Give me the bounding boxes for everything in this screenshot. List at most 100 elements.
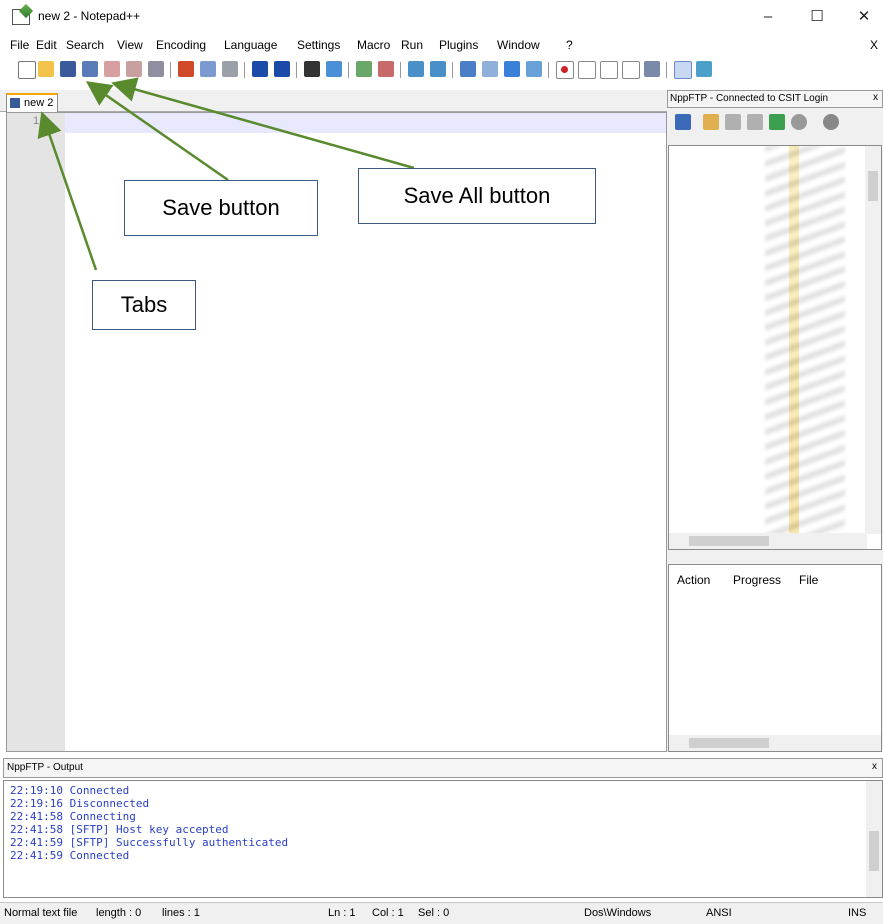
scroll-thumb[interactable] xyxy=(868,171,878,201)
notepadpp-icon xyxy=(12,9,30,25)
menu-help[interactable]: ? xyxy=(566,38,573,52)
spellcheck-icon[interactable] xyxy=(696,61,712,77)
close-icon[interactable] xyxy=(104,61,120,77)
menu-window[interactable]: Window xyxy=(497,38,540,52)
find-icon[interactable] xyxy=(304,61,320,77)
toolbar-separator xyxy=(666,62,667,78)
queue-header-action[interactable]: Action xyxy=(677,573,710,587)
scroll-thumb[interactable] xyxy=(689,738,769,748)
save-icon[interactable] xyxy=(60,61,76,77)
ftp-file-tree[interactable] xyxy=(668,145,882,550)
ftp-transfer-queue[interactable]: Action Progress File xyxy=(668,564,882,752)
menu-search[interactable]: Search xyxy=(66,38,104,52)
open-file-icon[interactable] xyxy=(38,61,54,77)
saved-file-icon xyxy=(10,98,20,108)
menu-view[interactable]: View xyxy=(117,38,143,52)
replace-icon[interactable] xyxy=(326,61,342,77)
upload-icon[interactable] xyxy=(747,114,763,130)
show-all-chars-icon[interactable] xyxy=(482,61,498,77)
scroll-thumb[interactable] xyxy=(689,536,769,546)
save-all-icon[interactable] xyxy=(82,61,98,77)
connect-icon[interactable] xyxy=(675,114,691,130)
output-panel-header: NppFTP - Output x xyxy=(3,758,883,778)
play-macro-icon[interactable] xyxy=(600,61,618,79)
menu-language[interactable]: Language xyxy=(224,38,277,52)
output-v-scrollbar[interactable] xyxy=(866,781,882,897)
sync-h-icon[interactable] xyxy=(430,61,446,77)
run-macro-multiple-icon[interactable] xyxy=(622,61,640,79)
cut-icon[interactable] xyxy=(178,61,194,77)
nppftp-toolbar xyxy=(673,112,873,132)
indent-guide-icon[interactable] xyxy=(504,61,520,77)
toolbar-separator xyxy=(452,62,453,78)
queue-header-progress[interactable]: Progress xyxy=(733,573,781,587)
paste-icon[interactable] xyxy=(222,61,238,77)
redo-icon[interactable] xyxy=(274,61,290,77)
zoom-out-icon[interactable] xyxy=(378,61,394,77)
undo-icon[interactable] xyxy=(252,61,268,77)
sync-v-icon[interactable] xyxy=(408,61,424,77)
zoom-in-icon[interactable] xyxy=(356,61,372,77)
nppftp-close-button[interactable]: x xyxy=(873,92,878,103)
close-document-button[interactable]: X xyxy=(870,38,878,52)
status-length: length : 0 xyxy=(96,907,142,919)
refresh-icon[interactable] xyxy=(769,114,785,130)
menu-plugins[interactable]: Plugins xyxy=(439,38,478,52)
word-wrap-icon[interactable] xyxy=(460,61,476,77)
menu-edit[interactable]: Edit xyxy=(36,38,57,52)
download-icon[interactable] xyxy=(725,114,741,130)
blurred-file-list xyxy=(765,146,845,536)
menu-bar: File Edit Search View Encoding Language … xyxy=(0,36,883,56)
current-line-highlight xyxy=(65,113,666,133)
toolbar-separator xyxy=(244,62,245,78)
minimize-button[interactable]: – xyxy=(748,4,788,30)
new-file-icon[interactable] xyxy=(18,61,36,79)
queue-h-scrollbar[interactable] xyxy=(669,735,881,751)
log-line: 22:19:10 Connected xyxy=(10,784,130,797)
menu-file[interactable]: File xyxy=(10,38,29,52)
output-log[interactable]: 22:19:10 Connected 22:19:16 Disconnected… xyxy=(3,780,883,898)
toolbar xyxy=(0,56,883,86)
log-line: 22:41:59 [SFTP] Successfully authenticat… xyxy=(10,836,289,849)
log-line: 22:41:58 [SFTP] Host key accepted xyxy=(10,823,229,836)
nppftp-panel-header: NppFTP - Connected to CSIT Login x xyxy=(667,90,883,108)
menu-macro[interactable]: Macro xyxy=(357,38,390,52)
close-all-icon[interactable] xyxy=(126,61,142,77)
doc-map-icon[interactable] xyxy=(526,61,542,77)
print-icon[interactable] xyxy=(148,61,164,77)
nppftp-panel: NppFTP - Connected to CSIT Login x Actio… xyxy=(667,90,883,752)
nppftp-panel-title: NppFTP - Connected to CSIT Login xyxy=(670,93,829,104)
copy-icon[interactable] xyxy=(200,61,216,77)
log-line: 22:41:59 Connected xyxy=(10,849,130,862)
toolbar-separator xyxy=(548,62,549,78)
open-dir-icon[interactable] xyxy=(703,114,719,130)
ftp-tree-h-scrollbar[interactable] xyxy=(669,533,867,549)
status-bar: Normal text file length : 0 lines : 1 Ln… xyxy=(0,902,883,924)
menu-run[interactable]: Run xyxy=(401,38,423,52)
menu-encoding[interactable]: Encoding xyxy=(156,38,206,52)
nppftp-icon[interactable] xyxy=(674,61,692,79)
abort-icon[interactable] xyxy=(791,114,807,130)
close-button[interactable]: ✕ xyxy=(844,4,883,30)
status-insert-mode: INS xyxy=(848,907,867,919)
tab-new-2[interactable]: new 2 xyxy=(6,93,58,112)
stop-macro-icon[interactable] xyxy=(578,61,596,79)
settings-icon[interactable] xyxy=(823,114,839,130)
save-macro-icon[interactable] xyxy=(644,61,660,77)
tab-bar: new 2 xyxy=(0,90,667,112)
line-number-gutter: 1 xyxy=(7,113,65,751)
maximize-button[interactable]: ☐ xyxy=(797,4,837,30)
title-bar: new 2 - Notepad++ – ☐ ✕ xyxy=(0,0,883,34)
queue-header-file[interactable]: File xyxy=(799,573,818,587)
menu-settings[interactable]: Settings xyxy=(297,38,340,52)
output-close-button[interactable]: x xyxy=(872,761,877,772)
save-button-callout: Save button xyxy=(124,180,318,236)
ftp-tree-v-scrollbar[interactable] xyxy=(865,146,881,534)
window-title: new 2 - Notepad++ xyxy=(38,9,141,23)
tab-label: new 2 xyxy=(24,97,54,109)
record-macro-icon[interactable] xyxy=(556,61,574,79)
toolbar-separator xyxy=(296,62,297,78)
scroll-thumb[interactable] xyxy=(869,831,879,871)
tabs-callout: Tabs xyxy=(92,280,196,330)
log-line: 22:19:16 Disconnected xyxy=(10,797,150,810)
